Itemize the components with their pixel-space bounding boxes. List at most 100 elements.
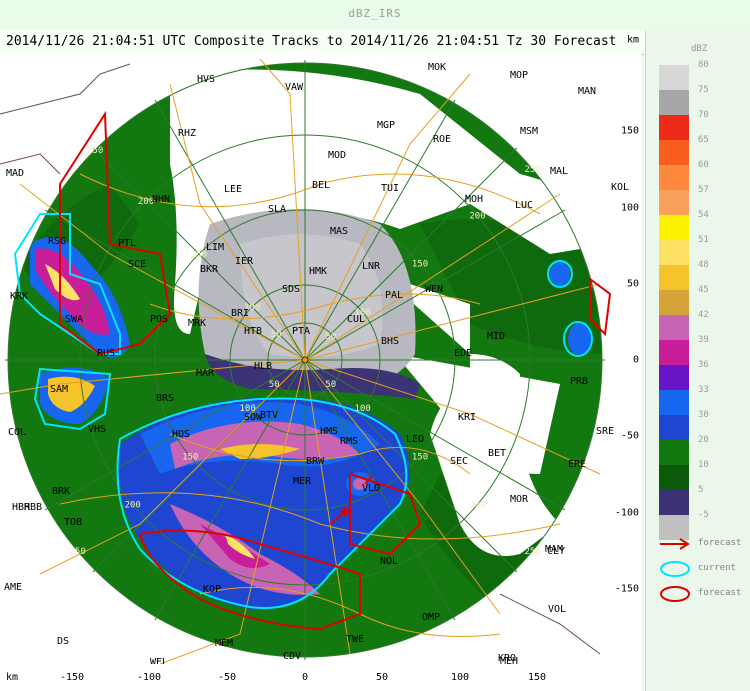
radar-map[interactable]: 50 50 50 50 100 100 100 100 150 150 150 150 200 200 20… — [0, 54, 641, 664]
color-swatch — [659, 465, 689, 490]
station-label: IER — [235, 256, 254, 267]
station-label: NOL — [380, 556, 398, 567]
color-swatch — [659, 265, 689, 290]
cyan-ellipse-icon — [660, 561, 690, 577]
ring-label: 200 — [469, 501, 485, 511]
station-label: MOH — [465, 194, 483, 205]
legend-label: current — [698, 563, 736, 573]
station-label: MID — [487, 331, 505, 342]
legend-panel: dBZ 80 75 70 65 60 57 54 51 48 45 42 39 36 33 30 20 10 5 -… — [645, 30, 750, 691]
swatch-label: 65 — [698, 135, 709, 145]
station-label: RMS — [340, 436, 358, 447]
station-label: SCE — [128, 259, 146, 270]
station-label: BTV — [260, 410, 278, 421]
swatch-label: 60 — [698, 160, 709, 170]
swatch-label: 70 — [698, 110, 709, 120]
station-label: HOS — [172, 429, 190, 440]
x-tick: -150 — [59, 672, 85, 683]
station-label: KRI — [458, 412, 476, 423]
station-label: MOP — [510, 70, 528, 81]
legend-label: forecast — [698, 588, 742, 598]
station-label: LUC — [515, 200, 533, 211]
x-axis: km -150 -100 -50 0 50 100 150 — [0, 664, 641, 691]
color-swatch — [659, 340, 689, 365]
station-label: SEC — [450, 456, 468, 467]
station-label: MER — [293, 476, 312, 487]
station-label: MAS — [330, 226, 348, 237]
red-arrow-icon — [660, 538, 690, 550]
station-label: BRI — [231, 308, 249, 319]
map-title: 2014/11/26 21:04:51 UTC Composite Tracks… — [6, 34, 617, 49]
station-label: MAN — [578, 86, 596, 97]
swatch-label: 45 — [698, 285, 709, 295]
station-label: KRO — [498, 653, 516, 664]
window-titlebar: dBZ_IRS — [0, 0, 750, 30]
station-label: VLO — [362, 483, 380, 494]
ring-label: 150 — [412, 452, 428, 462]
window-title: dBZ_IRS — [348, 7, 402, 20]
station-label: TWE — [346, 634, 364, 645]
swatch-label: 54 — [698, 210, 709, 220]
station-label: CUL — [347, 314, 365, 325]
station-label: WEN — [425, 284, 443, 295]
station-label: PRB — [570, 376, 588, 387]
swatch-label: 20 — [698, 435, 709, 445]
station-label: EDE — [454, 348, 472, 359]
station-label: MAR — [196, 368, 215, 379]
color-swatch — [659, 415, 689, 440]
ring-label: 50 — [269, 380, 280, 390]
station-label: POS — [150, 314, 168, 325]
station-label: MAL — [550, 166, 568, 177]
station-label: KRK — [10, 291, 28, 302]
station-label: SLA — [268, 204, 286, 215]
swatch-label: 39 — [698, 335, 709, 345]
swatch-label: 80 — [698, 60, 709, 70]
legend-unit: dBZ — [691, 44, 708, 54]
x-tick: -100 — [136, 672, 162, 683]
ring-label: 250 — [525, 547, 541, 557]
station-label: LNR — [362, 261, 381, 272]
station-label: CLY — [547, 546, 565, 557]
ring-label: 50 — [325, 380, 336, 390]
color-swatch — [659, 65, 689, 90]
station-label: SRE — [596, 426, 614, 437]
station-label: LEE — [224, 184, 242, 195]
swatch-label: 75 — [698, 85, 709, 95]
station-label: MEM — [215, 638, 233, 649]
station-label: WEL — [150, 657, 168, 664]
station-label: NHN — [152, 194, 170, 205]
swatch-label: 57 — [698, 185, 709, 195]
station-label: SWA — [65, 314, 83, 325]
station-label: RHZ — [178, 128, 196, 139]
color-swatch — [659, 365, 689, 390]
station-label: BHS — [381, 336, 399, 347]
station-label: BET — [488, 448, 506, 459]
station-label: BRW — [306, 456, 325, 467]
swatch-label: 33 — [698, 385, 709, 395]
station-label: MAD — [6, 168, 24, 179]
ring-label: 150 — [191, 250, 207, 260]
station-label: KOL — [611, 182, 629, 193]
swatch-label: 10 — [698, 460, 709, 470]
station-label: PTL — [118, 238, 136, 249]
station-label: BEL — [312, 180, 330, 191]
station-label: BRS — [156, 393, 174, 404]
station-label: MRK — [188, 318, 206, 329]
color-swatch — [659, 440, 689, 465]
color-swatch — [659, 165, 689, 190]
station-label: VAW — [285, 82, 304, 93]
swatch-label: 42 — [698, 310, 709, 320]
ring-label: 250 — [70, 547, 86, 557]
color-swatch — [659, 190, 689, 215]
swatch-label: 36 — [698, 360, 709, 370]
station-label: MGP — [377, 120, 395, 131]
station-label: HTB — [244, 326, 262, 337]
station-label: TUI — [381, 183, 399, 194]
station-label: BRK — [52, 486, 70, 497]
map-header: 2014/11/26 21:04:51 UTC Composite Tracks… — [0, 30, 750, 55]
station-label: DS — [57, 636, 69, 647]
swatch-label: 30 — [698, 410, 709, 420]
color-swatch — [659, 115, 689, 140]
station-label: TOB — [64, 517, 82, 528]
station-label: RSG — [48, 236, 66, 247]
